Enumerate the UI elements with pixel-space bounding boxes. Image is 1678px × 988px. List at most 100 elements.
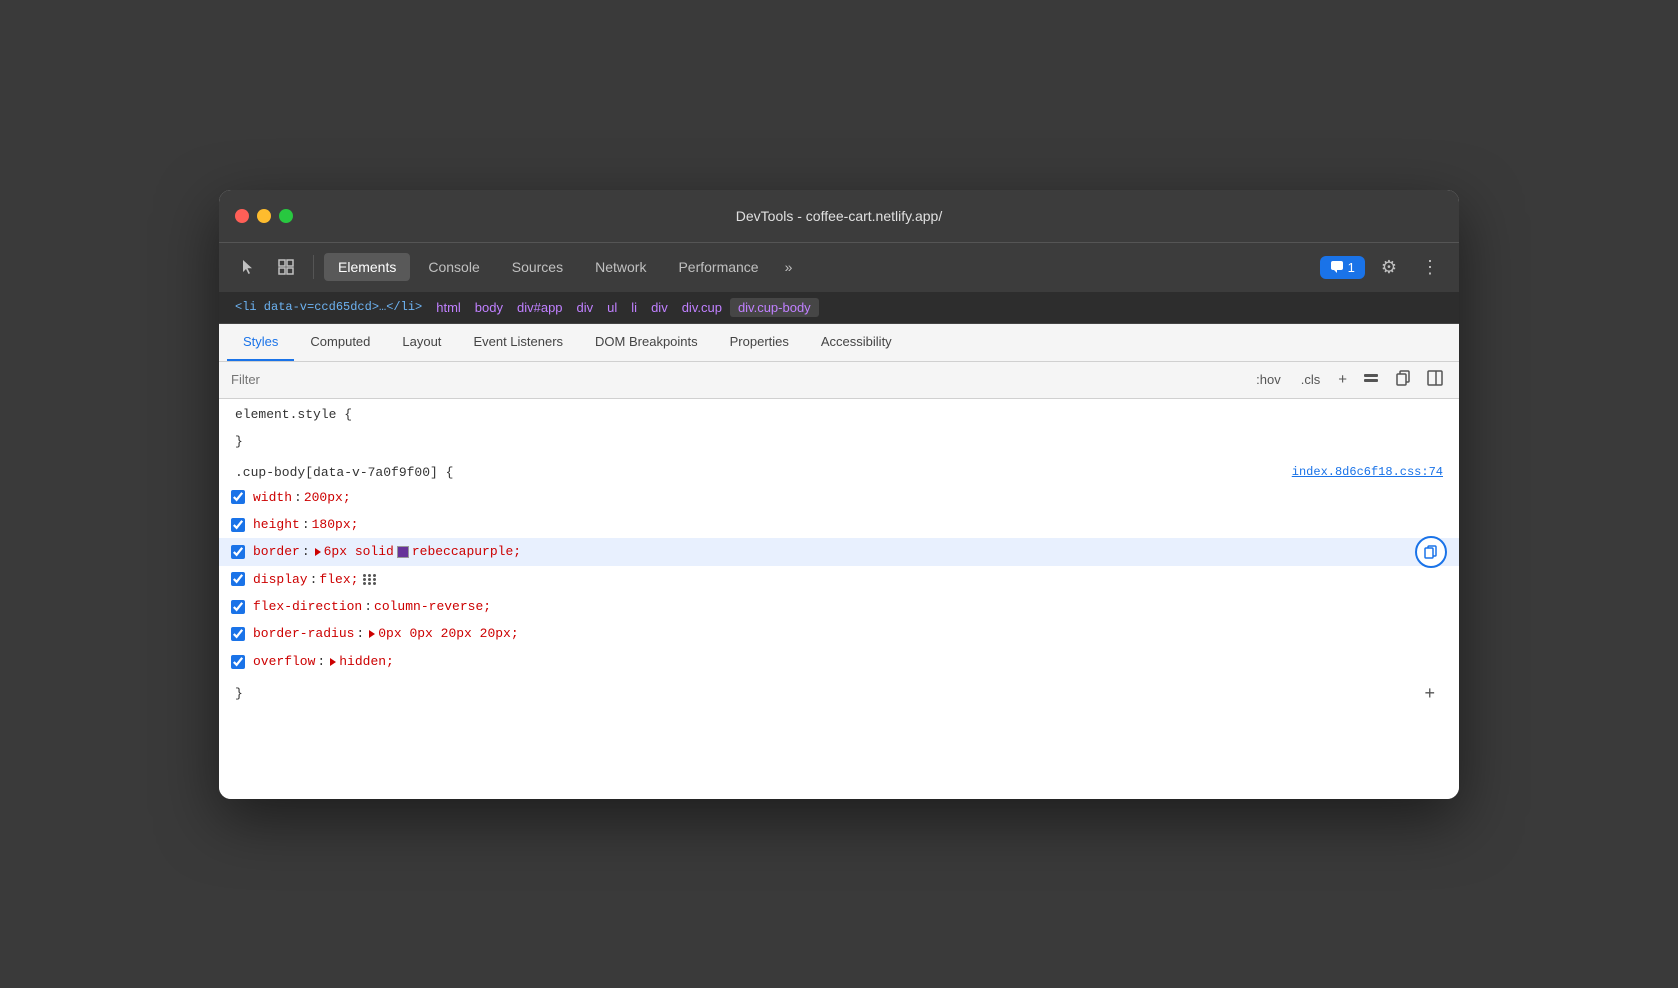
- css-prop-name-overflow[interactable]: overflow: [253, 650, 315, 673]
- css-prop-value-display[interactable]: flex;: [319, 568, 358, 591]
- breadcrumb-ul[interactable]: ul: [601, 298, 623, 317]
- css-prop-name-width[interactable]: width: [253, 486, 292, 509]
- notification-badge-btn[interactable]: 1: [1320, 256, 1365, 279]
- css-prop-value-border-color[interactable]: rebeccapurple;: [412, 540, 521, 563]
- css-file-link[interactable]: index.8d6c6f18.css:74: [1292, 465, 1443, 479]
- copy-styles-icon: [1395, 370, 1411, 386]
- devtools-window: DevTools - coffee-cart.netlify.app/ Elem…: [219, 190, 1459, 799]
- force-state-icon: [1363, 370, 1379, 386]
- cls-btn[interactable]: .cls: [1295, 370, 1327, 389]
- subtab-event-listeners[interactable]: Event Listeners: [457, 324, 579, 361]
- cursor-icon: [239, 258, 257, 276]
- badge-count: 1: [1348, 260, 1355, 275]
- css-prop-name-flex-direction[interactable]: flex-direction: [253, 595, 362, 618]
- breadcrumb-div-app[interactable]: div#app: [511, 298, 569, 317]
- main-toolbar: Elements Console Sources Network Perform…: [219, 242, 1459, 292]
- filter-input[interactable]: [231, 372, 1242, 387]
- tab-sources[interactable]: Sources: [498, 253, 577, 281]
- breadcrumb-div-cup[interactable]: div.cup: [676, 298, 728, 317]
- element-style-selector: element.style {: [235, 407, 352, 422]
- titlebar: DevTools - coffee-cart.netlify.app/: [219, 190, 1459, 242]
- css-prop-value-overflow[interactable]: hidden;: [339, 650, 394, 673]
- css-prop-name-border[interactable]: border: [253, 540, 300, 563]
- css-prop-overflow: overflow : hidden;: [219, 648, 1459, 675]
- subtab-computed[interactable]: Computed: [294, 324, 386, 361]
- breadcrumb-div2[interactable]: div: [645, 298, 674, 317]
- breadcrumb-div-cup-body[interactable]: div.cup-body: [730, 298, 819, 317]
- settings-btn[interactable]: ⚙: [1373, 253, 1405, 282]
- toolbar-separator: [313, 255, 314, 279]
- add-style-rule-btn[interactable]: +: [1416, 679, 1443, 708]
- css-prop-value-border-radius[interactable]: 0px 0px 20px 20px;: [378, 622, 518, 645]
- color-swatch-rebeccapurple[interactable]: [397, 546, 409, 558]
- css-prop-border: border : 6px solid rebeccapurple;: [219, 538, 1459, 565]
- add-rule-icon-btn[interactable]: +: [1334, 369, 1351, 390]
- css-panel: element.style { } .cup-body[data-v-7a0f9…: [219, 399, 1459, 799]
- inspect-icon: [277, 258, 295, 276]
- tab-network[interactable]: Network: [581, 253, 660, 281]
- copy-icon: [1424, 545, 1438, 559]
- copy-property-btn[interactable]: [1415, 536, 1447, 568]
- breadcrumb-bar: <li data-v=ccd65dcd>…</li> html body div…: [219, 292, 1459, 324]
- css-prop-value-border-px[interactable]: 6px solid: [324, 540, 394, 563]
- element-style-closing: }: [219, 426, 1459, 453]
- breadcrumb-li[interactable]: li: [625, 298, 643, 317]
- traffic-lights: [235, 209, 293, 223]
- breadcrumb-html[interactable]: html: [430, 298, 467, 317]
- filter-bar: :hov .cls +: [219, 362, 1459, 399]
- breadcrumb-body[interactable]: body: [469, 298, 509, 317]
- subtab-dom-breakpoints[interactable]: DOM Breakpoints: [579, 324, 714, 361]
- border-radius-expand-arrow[interactable]: [369, 630, 375, 638]
- close-button[interactable]: [235, 209, 249, 223]
- force-state-icon-btn[interactable]: [1359, 368, 1383, 392]
- maximize-button[interactable]: [279, 209, 293, 223]
- css-prop-flex-direction: flex-direction : column-reverse;: [219, 593, 1459, 620]
- inspect-icon-btn[interactable]: [269, 252, 303, 282]
- border-expand-arrow[interactable]: [315, 548, 321, 556]
- cup-body-rule-closing: } +: [219, 675, 1459, 716]
- subtab-properties[interactable]: Properties: [714, 324, 805, 361]
- more-tabs-btn[interactable]: »: [777, 253, 801, 281]
- css-checkbox-display[interactable]: [231, 572, 245, 586]
- tab-console[interactable]: Console: [414, 253, 493, 281]
- overflow-menu-btn[interactable]: ⋮: [1413, 253, 1447, 282]
- css-prop-value-flex-direction[interactable]: column-reverse;: [374, 595, 491, 618]
- minimize-button[interactable]: [257, 209, 271, 223]
- subtab-accessibility[interactable]: Accessibility: [805, 324, 908, 361]
- css-prop-height: height : 180px;: [219, 511, 1459, 538]
- css-prop-name-height[interactable]: height: [253, 513, 300, 536]
- css-prop-value-width[interactable]: 200px;: [304, 486, 351, 509]
- selected-element-text: <li data-v=ccd65dcd>…</li>: [235, 300, 422, 314]
- layout-icon-btn[interactable]: [1423, 368, 1447, 392]
- tab-performance[interactable]: Performance: [664, 253, 772, 281]
- hov-btn[interactable]: :hov: [1250, 370, 1287, 389]
- css-prop-display: display : flex;: [219, 566, 1459, 593]
- css-prop-name-border-radius[interactable]: border-radius: [253, 622, 354, 645]
- css-checkbox-height[interactable]: [231, 518, 245, 532]
- tab-elements[interactable]: Elements: [324, 253, 410, 281]
- css-checkbox-border-radius[interactable]: [231, 627, 245, 641]
- flex-layout-icon[interactable]: [361, 574, 379, 585]
- subtab-layout[interactable]: Layout: [386, 324, 457, 361]
- filter-actions: :hov .cls +: [1250, 368, 1447, 392]
- cursor-icon-btn[interactable]: [231, 252, 265, 282]
- css-checkbox-border[interactable]: [231, 545, 245, 559]
- css-checkbox-overflow[interactable]: [231, 655, 245, 669]
- subtab-styles[interactable]: Styles: [227, 324, 294, 361]
- window-title: DevTools - coffee-cart.netlify.app/: [736, 208, 942, 224]
- copy-styles-icon-btn[interactable]: [1391, 368, 1415, 392]
- css-prop-value-height[interactable]: 180px;: [312, 513, 359, 536]
- css-prop-width: width : 200px;: [219, 484, 1459, 511]
- css-checkbox-width[interactable]: [231, 490, 245, 504]
- subtabs-bar: Styles Computed Layout Event Listeners D…: [219, 324, 1459, 362]
- css-prop-name-display[interactable]: display: [253, 568, 308, 591]
- css-checkbox-flex-direction[interactable]: [231, 600, 245, 614]
- element-style-rule: element.style {: [219, 399, 1459, 426]
- toolbar-right: 1 ⚙ ⋮: [1320, 253, 1447, 282]
- breadcrumb-div[interactable]: div: [571, 298, 600, 317]
- overflow-expand-arrow[interactable]: [330, 658, 336, 666]
- css-prop-border-radius: border-radius : 0px 0px 20px 20px;: [219, 620, 1459, 647]
- cup-body-rule-header: .cup-body[data-v-7a0f9f00] { index.8d6c6…: [219, 453, 1459, 484]
- layout-icon: [1427, 370, 1443, 386]
- grid-dots-icon: [363, 574, 377, 585]
